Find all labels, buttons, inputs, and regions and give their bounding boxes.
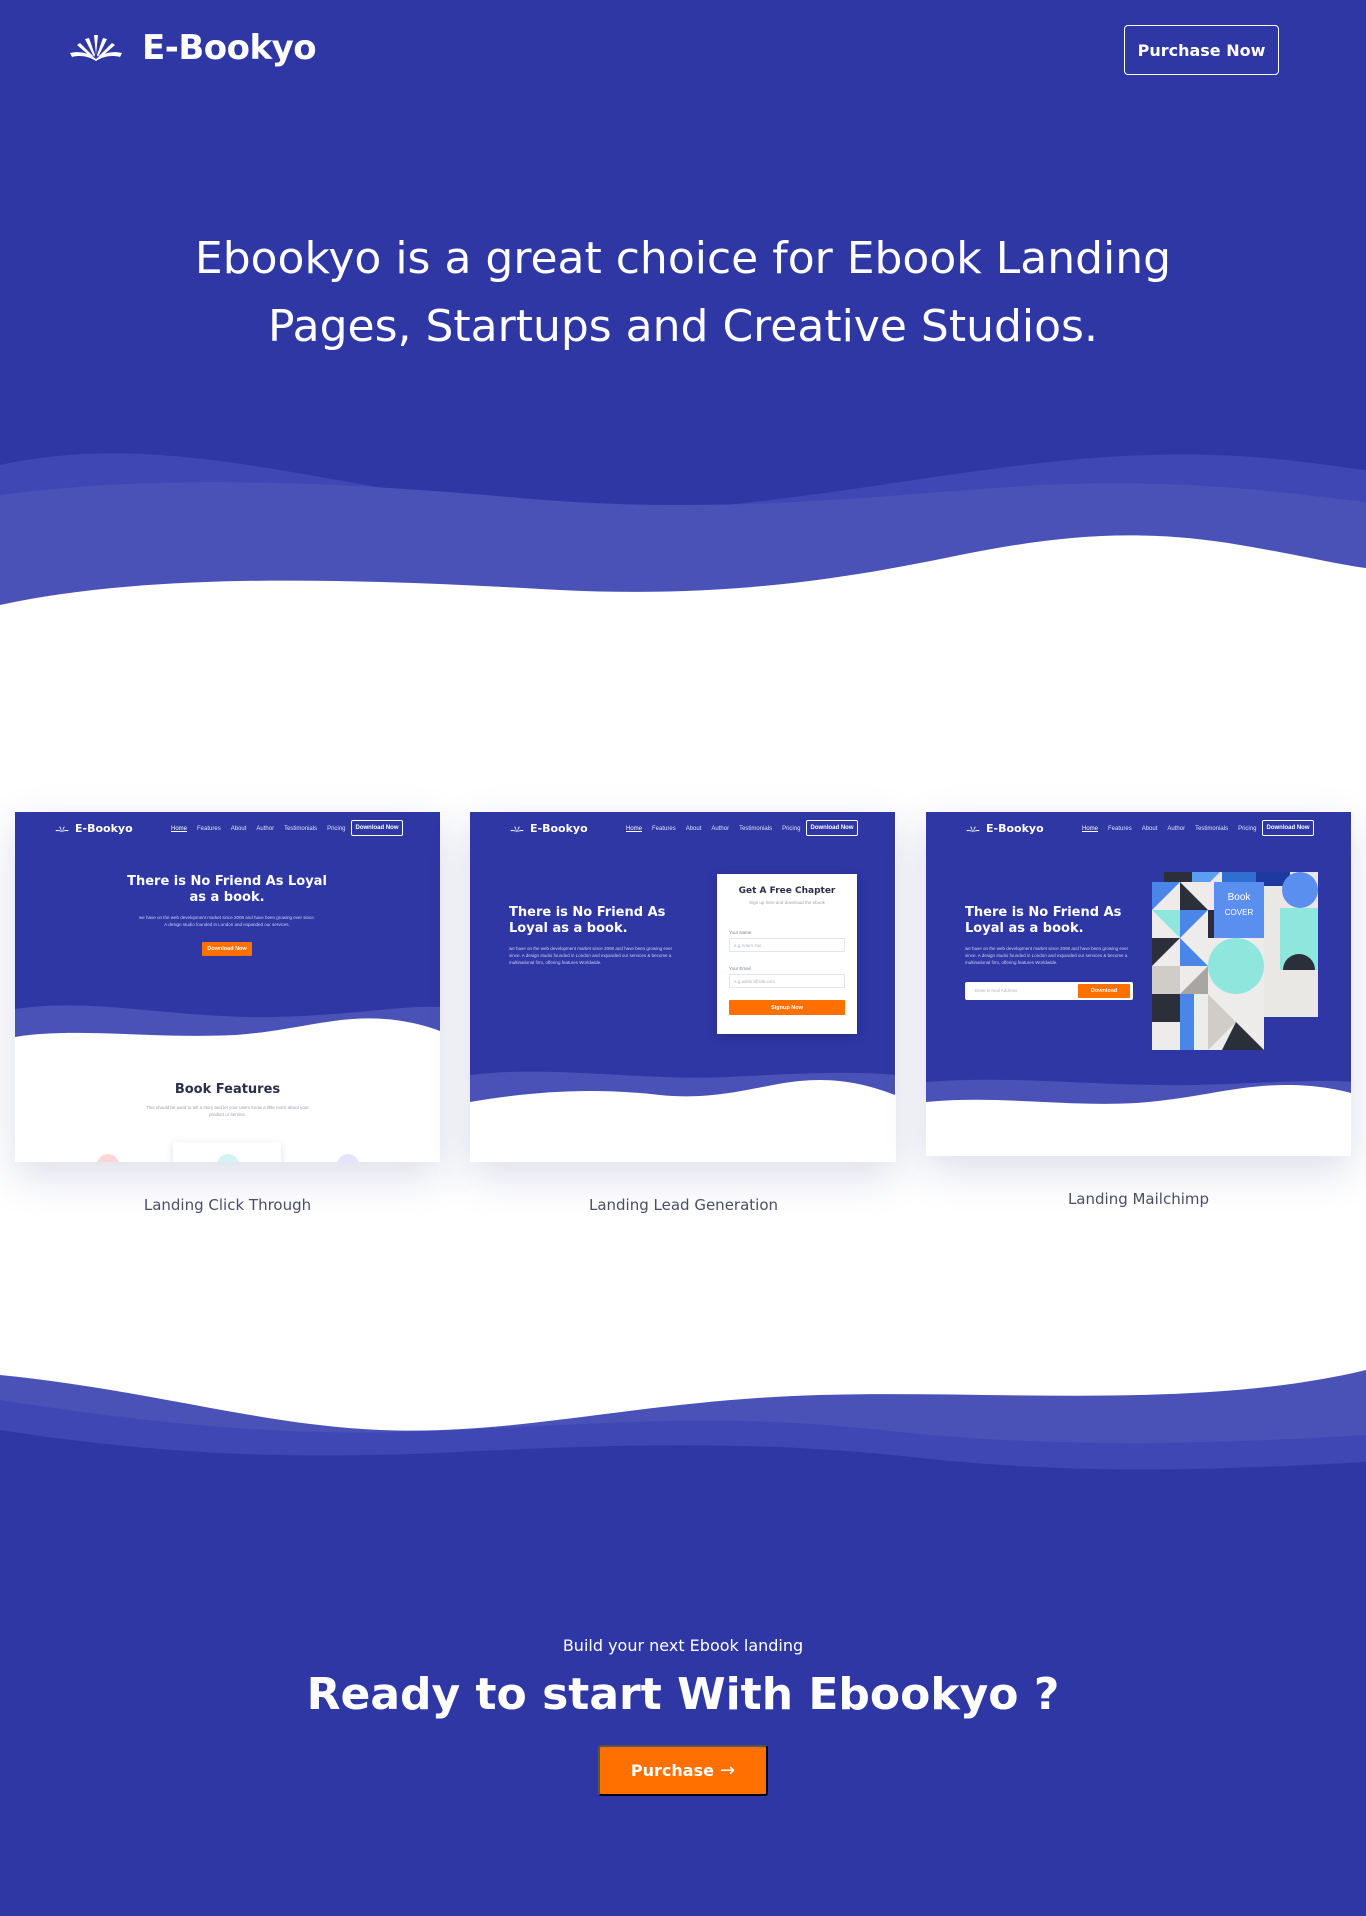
preview-menu-item: Pricing [327,826,346,832]
preview-wave [15,1005,440,1062]
preview-nav-button: Download Now [806,820,858,836]
hero-section: E-Bookyo Purchase Now Ebookyo is a great… [0,0,1366,610]
preview-menu-item: Features [1108,826,1132,832]
preview-text: we have on the web development market si… [138,915,316,927]
preview-logo-text: E-Bookyo [75,822,133,835]
demo-caption[interactable]: Landing Lead Generation [471,1196,896,1214]
preview-menu-item: Testimonials [284,826,318,832]
preview-name-label: Your Name [729,930,752,935]
purchase-button-label: Purchase [630,1761,714,1780]
preview-nav: E-Bookyo Home Features About Author Test… [470,812,895,846]
preview-download-button: Download [1078,984,1130,998]
purchase-button[interactable]: Purchase → [598,1745,768,1796]
logo[interactable]: E-Bookyo [68,28,317,68]
preview-hero: E-Bookyo Home Features About Author Test… [926,812,1351,1112]
demo-preview-card[interactable]: E-Bookyo Home Features About Author Test… [470,812,896,1162]
preview-text: we have on the web development market si… [509,946,673,965]
preview-email-input: Enter E-mail Address [975,988,1018,993]
cta-wave-divider [0,1370,1366,1500]
preview-menu-item: Home [171,826,188,832]
demo-caption[interactable]: Landing Click Through [15,1196,440,1214]
preview-headline: There is No Friend As Loyal as a book. [127,874,327,905]
preview-email-label: Your Email [729,966,751,971]
preview-signup-form: Get A Free Chapter Sign up here and down… [717,874,857,1034]
preview-logo-text: E-Bookyo [986,822,1044,835]
preview-menu-item: Author [1167,826,1186,832]
preview-headline: There is No Friend As Loyal as a book. [965,905,1122,936]
preview-book-title: Book [1227,892,1251,903]
preview-nav-button: Download Now [351,820,403,836]
open-book-icon [966,826,980,832]
preview-menu-item: Testimonials [1195,826,1229,832]
preview-logo: E-Bookyo [966,822,1044,835]
hero-title: Ebookyo is a great choice for Ebook Land… [194,233,1172,352]
preview-book-subtitle: COVER [1224,908,1254,917]
preview-wave [470,1071,895,1112]
preview-menu-item: Features [197,826,221,832]
open-book-icon [510,826,524,832]
preview-menu-item: Pricing [1238,826,1257,832]
preview-form-subtitle: Sign up here and download the ebook [749,900,825,905]
preview-email-input: e.g.admin@site.com [729,974,845,988]
preview-text: we have on the web development market si… [965,946,1129,965]
preview-wave [926,1079,1351,1112]
preview-menu-item: About [1141,826,1158,832]
logo-text: E-Bookyo [142,28,317,68]
preview-menu: Home Features About Author Testimonials … [626,826,810,832]
preview-menu-item: Home [1082,826,1099,832]
preview-menu-item: Author [711,826,730,832]
preview-hero: E-Bookyo Home Features About Author Test… [15,812,440,1062]
preview-menu-item: About [230,826,247,832]
purchase-now-button[interactable]: Purchase Now [1124,25,1279,75]
preview-section-title: Book Features [174,1082,281,1097]
demo-caption[interactable]: Landing Mailchimp [926,1190,1351,1208]
preview-menu-item: About [685,826,702,832]
preview-menu: Home Features About Author Testimonials … [171,826,355,832]
preview-cta-button: Download Now [202,942,252,956]
preview-menu: Home Features About Author Testimonials … [1082,826,1266,832]
open-book-icon [55,826,69,832]
site-header: E-Bookyo Purchase Now [0,0,1366,100]
preview-logo: E-Bookyo [510,822,588,835]
preview-feature-icon [337,1154,359,1162]
cta-subtitle: Build your next Ebook landing [562,1636,804,1655]
demo-preview-card[interactable]: E-Bookyo Home Features About Author Test… [926,812,1351,1156]
preview-logo: E-Bookyo [55,822,133,835]
preview-menu-item: Author [256,826,275,832]
preview-headline: There is No Friend As Loyal as a book. [509,905,666,936]
preview-menu-item: Pricing [782,826,801,832]
preview-menu-item: Features [652,826,676,832]
preview-signup-button: Signup Now [729,1000,845,1015]
cta-title: Ready to start With Ebookyo ? [306,1669,1060,1720]
demo-preview-card[interactable]: E-Bookyo Home Features About Author Test… [15,812,440,1162]
arrow-right-icon: → [719,1760,736,1781]
preview-subscribe-form: Enter E-mail Address Download [965,982,1133,1000]
preview-menu-item: Home [626,826,643,832]
hero-wave-divider [0,453,1366,610]
preview-hero: E-Bookyo Home Features About Author Test… [470,812,895,1112]
preview-nav: E-Bookyo Home Features About Author Test… [926,812,1351,846]
preview-feature-icon [97,1154,119,1162]
open-book-icon [70,35,122,61]
preview-nav-button: Download Now [1262,820,1314,836]
preview-menu-item: Testimonials [739,826,773,832]
preview-section-text: This should be used to tell a story and … [146,1105,309,1117]
preview-nav: E-Bookyo Home Features About Author Test… [15,812,440,846]
preview-name-input: e.g Adam Joe [729,938,845,952]
preview-form-title: Get A Free Chapter [738,886,836,896]
preview-logo-text: E-Bookyo [530,822,588,835]
